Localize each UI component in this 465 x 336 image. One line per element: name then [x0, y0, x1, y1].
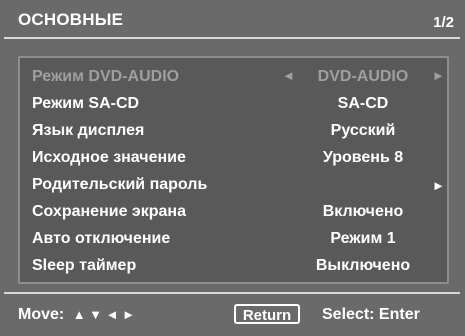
menu-item-label: Режим DVD-AUDIO: [32, 68, 180, 85]
page-indicator: 1/2: [433, 14, 454, 31]
menu-item-value: Режим 1: [330, 230, 396, 247]
settings-panel: Режим DVD-AUDIO ◄ DVD-AUDIO ► Режим SA-C…: [18, 56, 449, 284]
menu-item-label: Исходное значение: [32, 149, 186, 166]
menu-item-label: Режим SA-CD: [32, 95, 140, 112]
direction-arrows-icon: ▲ ▼ ◄ ►: [72, 307, 135, 322]
menu-item-value: SA-CD: [337, 95, 389, 112]
menu-item-label: Родительский пароль: [32, 176, 208, 193]
menu-item-parental-password[interactable]: Родительский пароль ►: [20, 172, 447, 199]
header-bar: ОСНОВНЫЕ 1/2: [4, 4, 460, 39]
menu-item-value: DVD-AUDIO: [317, 68, 409, 85]
menu-item-auto-power-off[interactable]: Авто отключение Режим 1: [20, 226, 447, 253]
osd-screen: ОСНОВНЫЕ 1/2 Режим DVD-AUDIO ◄ DVD-AUDIO…: [0, 0, 465, 336]
menu-item-value: Уровень 8: [322, 149, 404, 166]
menu-item-label: Авто отключение: [32, 230, 171, 247]
right-arrow-icon[interactable]: ►: [432, 178, 445, 193]
menu-item-default-rating[interactable]: Исходное значение Уровень 8: [20, 145, 447, 172]
menu-item-value: Включено: [322, 203, 404, 220]
menu-item-screen-saver[interactable]: Сохранение экрана Включено: [20, 199, 447, 226]
menu-item-value: Выключено: [315, 257, 411, 274]
menu-item-value: Русский: [330, 122, 396, 139]
menu-item-display-language[interactable]: Язык дисплея Русский: [20, 118, 447, 145]
move-hint: Move: ▲ ▼ ◄ ►: [18, 306, 135, 324]
menu-item-label: Язык дисплея: [32, 122, 145, 139]
menu-item-sleep-timer[interactable]: Sleep таймер Выключено: [20, 253, 447, 280]
menu-item-label: Сохранение экрана: [32, 203, 186, 220]
select-hint: Select: Enter: [322, 306, 420, 323]
return-button[interactable]: Return: [234, 304, 300, 324]
footer-bar: Move: ▲ ▼ ◄ ► Return Select: Enter: [4, 292, 460, 334]
right-arrow-icon[interactable]: ►: [432, 68, 445, 83]
menu-item-label: Sleep таймер: [32, 257, 137, 274]
move-label: Move:: [18, 306, 65, 323]
menu-item-dvd-audio-mode[interactable]: Режим DVD-AUDIO ◄ DVD-AUDIO ►: [20, 64, 447, 91]
menu-item-sacd-mode[interactable]: Режим SA-CD SA-CD: [20, 91, 447, 118]
menu-title: ОСНОВНЫЕ: [18, 10, 124, 29]
